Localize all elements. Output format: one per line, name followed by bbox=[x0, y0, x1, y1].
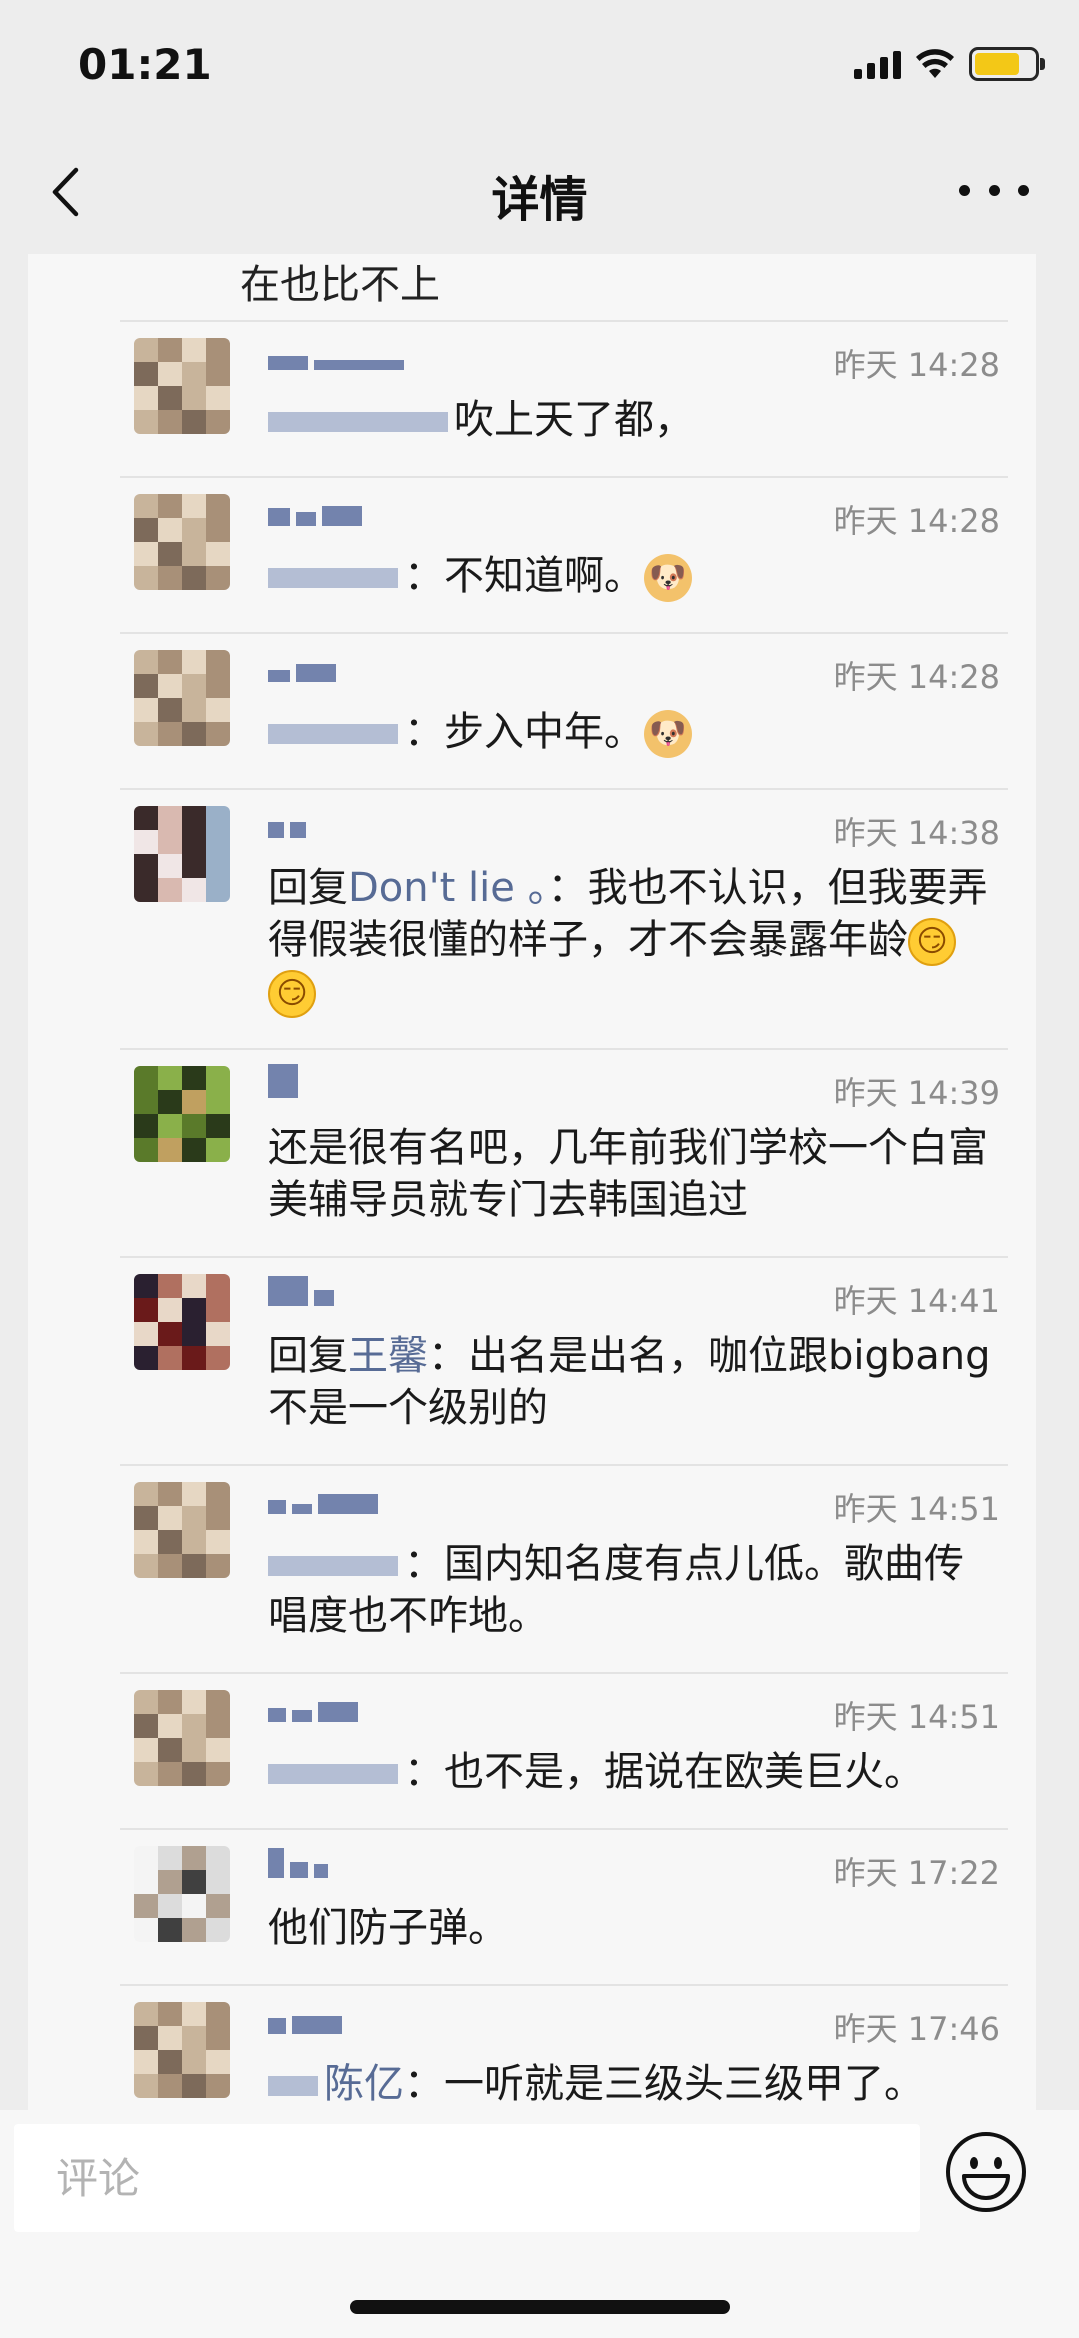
comment-item[interactable]: 昨天 14:51 ：国内知名度有点儿低。歌曲传唱度也不咋地。 bbox=[120, 1464, 1008, 1672]
commenter-name[interactable] bbox=[268, 1842, 328, 1878]
comment-text: ：不知道啊。 🐶 bbox=[268, 550, 1000, 602]
comment-time: 昨天 14:41 bbox=[833, 1282, 1000, 1320]
comment-text: 回复Don't lie 。：我也不认识，但我要弄得假装很懂的样子，才不会暴露年龄… bbox=[268, 862, 1000, 1018]
comment-text: 还是很有名吧，几年前我们学校一个白富美辅导员就专门去韩国追过 bbox=[268, 1125, 988, 1223]
comment-item[interactable]: 昨天 14:28 吹上天了都， bbox=[120, 320, 1008, 476]
page-title: 详情 bbox=[491, 172, 588, 228]
avatar[interactable] bbox=[134, 1274, 230, 1370]
comment-item[interactable]: 昨天 17:22 他们防子弹。 bbox=[120, 1828, 1008, 1984]
cellular-signal-icon bbox=[854, 49, 901, 79]
comment-item[interactable]: 昨天 14:39 还是很有名吧，几年前我们学校一个白富美辅导员就专门去韩国追过 bbox=[120, 1048, 1008, 1256]
comment-text: 他们防子弹。 bbox=[268, 1905, 508, 1951]
comment-text: ：国内知名度有点儿低。歌曲传唱度也不咋地。 bbox=[268, 1541, 964, 1639]
comment-text: 回复王馨：出名是出名，咖位跟bigbang不是一个级别的 bbox=[268, 1333, 991, 1431]
comment-item[interactable]: 昨天 14:51 ：也不是，据说在欧美巨火。 bbox=[120, 1672, 1008, 1828]
dog-emoji-icon: 🐶 bbox=[644, 554, 692, 602]
smirk-emoji-icon: 😏 bbox=[908, 918, 956, 966]
commenter-name[interactable] bbox=[268, 646, 336, 682]
comment-item[interactable]: 昨天 14:41 回复王馨：出名是出名，咖位跟bigbang不是一个级别的 bbox=[120, 1256, 1008, 1464]
avatar[interactable] bbox=[134, 1690, 230, 1786]
comment-text: ：也不是，据说在欧美巨火。 bbox=[268, 1746, 1000, 1798]
mention-link[interactable]: 陈亿 bbox=[324, 2061, 404, 2107]
comment-time: 昨天 17:22 bbox=[833, 1854, 1000, 1892]
comment-item[interactable]: 昨天 17:46 陈亿：一听就是三级头三级甲了。 bbox=[120, 1984, 1008, 2110]
previous-comment-fragment: 在也比不上 bbox=[240, 262, 440, 308]
comment-time: 昨天 17:46 bbox=[833, 2010, 1000, 2048]
avatar[interactable] bbox=[134, 338, 230, 434]
comment-item[interactable]: 昨天 14:38 回复Don't lie 。：我也不认识，但我要弄得假装很懂的样… bbox=[120, 788, 1008, 1048]
mention-link[interactable]: Don't lie 。 bbox=[348, 865, 548, 911]
status-bar: 01:21 bbox=[0, 0, 1079, 130]
comment-item[interactable]: 昨天 14:28 ：步入中年。 🐶 bbox=[120, 632, 1008, 788]
wifi-icon bbox=[916, 49, 954, 78]
avatar[interactable] bbox=[134, 1066, 230, 1162]
comment-input-wrapper[interactable] bbox=[14, 2124, 920, 2232]
comment-text: 陈亿：一听就是三级头三级甲了。 bbox=[268, 2058, 1000, 2110]
comment-item[interactable]: 昨天 14:28 ：不知道啊。 🐶 bbox=[120, 476, 1008, 632]
nav-bar: 详情 bbox=[0, 130, 1079, 254]
avatar[interactable] bbox=[134, 1846, 230, 1942]
status-time: 01:21 bbox=[78, 40, 212, 89]
commenter-name[interactable] bbox=[268, 1998, 342, 2034]
comment-input[interactable] bbox=[14, 2124, 920, 2232]
comment-time: 昨天 14:38 bbox=[833, 814, 1000, 852]
comment-time: 昨天 14:39 bbox=[833, 1074, 1000, 1112]
more-button[interactable] bbox=[959, 160, 1029, 220]
comment-time: 昨天 14:28 bbox=[833, 658, 1000, 696]
avatar[interactable] bbox=[134, 806, 230, 902]
mention-link[interactable]: 王馨 bbox=[348, 1333, 428, 1379]
battery-icon bbox=[969, 47, 1045, 81]
commenter-name[interactable] bbox=[268, 334, 404, 370]
home-indicator[interactable] bbox=[350, 2300, 730, 2314]
comment-text: ：步入中年。 🐶 bbox=[268, 706, 1000, 758]
commenter-name[interactable] bbox=[268, 802, 306, 838]
comment-time: 昨天 14:28 bbox=[833, 346, 1000, 384]
comment-time: 昨天 14:51 bbox=[833, 1490, 1000, 1528]
emoji-button[interactable] bbox=[944, 2130, 1028, 2214]
commenter-name[interactable] bbox=[268, 1062, 298, 1098]
avatar[interactable] bbox=[134, 2002, 230, 2098]
commenter-name[interactable] bbox=[268, 490, 362, 526]
avatar[interactable] bbox=[134, 494, 230, 590]
commenter-name[interactable] bbox=[268, 1270, 334, 1306]
status-icons bbox=[854, 44, 1045, 84]
commenter-name[interactable] bbox=[268, 1686, 358, 1722]
avatar[interactable] bbox=[134, 1482, 230, 1578]
dog-emoji-icon: 🐶 bbox=[644, 710, 692, 758]
smiley-face-icon bbox=[946, 2132, 1026, 2212]
comment-text: 吹上天了都， bbox=[268, 394, 1000, 446]
more-dots-icon bbox=[959, 184, 970, 196]
comment-time: 昨天 14:51 bbox=[833, 1698, 1000, 1736]
comment-list[interactable]: 在也比不上 昨天 14:28 吹上天了都， 昨天 14:28 ：不知道啊。 🐶 昨… bbox=[28, 254, 1036, 2110]
commenter-name[interactable] bbox=[268, 1478, 378, 1514]
avatar[interactable] bbox=[134, 650, 230, 746]
comment-time: 昨天 14:28 bbox=[833, 502, 1000, 540]
smirk-emoji-icon: 😏 bbox=[268, 970, 316, 1018]
